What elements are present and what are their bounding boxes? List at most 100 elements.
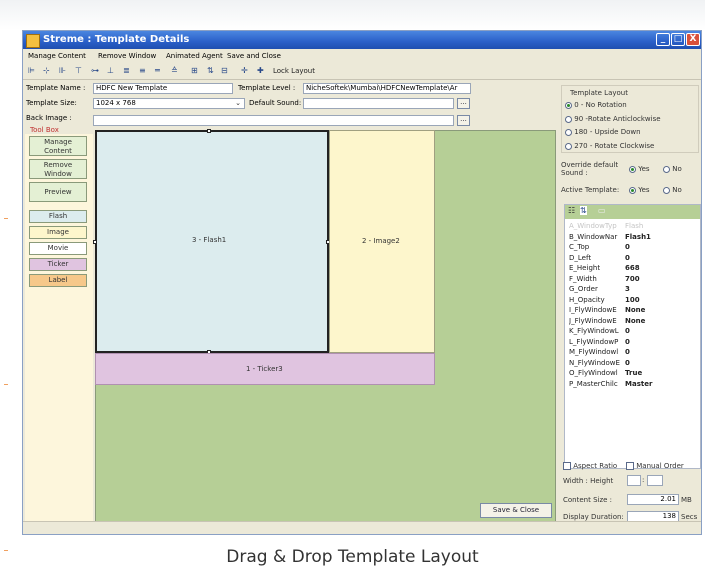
grid-icon[interactable]: ⊞ <box>191 63 198 79</box>
rotation-option-0[interactable]: 0 - No Rotation <box>565 101 627 109</box>
save-and-close-button[interactable]: Save & Close <box>480 503 552 518</box>
page-background <box>0 0 705 30</box>
rotation-option-90[interactable]: 90 -Rotate Anticlockwise <box>565 115 661 123</box>
no-label: No <box>672 186 682 194</box>
active-no-option[interactable]: No <box>663 186 682 194</box>
property-value[interactable]: True <box>625 369 642 377</box>
active-yes-option[interactable]: Yes <box>629 186 650 194</box>
width-ratio-input[interactable] <box>627 475 641 486</box>
property-row[interactable]: N_FlyWindowE 0 <box>569 359 630 368</box>
property-value[interactable]: 0 <box>625 359 630 367</box>
rotation-option-label: 0 - No Rotation <box>574 101 627 109</box>
manage-content-button[interactable]: Manage Content <box>29 136 87 156</box>
property-row[interactable]: P_MasterChilc Master <box>569 380 652 389</box>
default-sound-browse-button[interactable]: ... <box>457 98 470 109</box>
toolbox-flash[interactable]: Flash <box>29 210 87 223</box>
property-row[interactable]: H_Opacity 100 <box>569 296 640 305</box>
same-width-icon[interactable]: ≣ <box>123 63 130 79</box>
property-value[interactable]: 0 <box>625 254 630 262</box>
property-row[interactable]: O_FlyWindowl True <box>569 369 642 378</box>
region-ticker[interactable]: 1 - Ticker3 <box>95 353 435 385</box>
property-value[interactable]: None <box>625 306 645 314</box>
property-row[interactable]: D_Left 0 <box>569 254 630 263</box>
property-name: B_WindowNar <box>569 232 618 241</box>
preview-button[interactable]: Preview <box>29 182 87 202</box>
content-size-label: Content Size : <box>563 496 613 504</box>
property-pages-icon[interactable]: ▭ <box>598 206 606 215</box>
property-row[interactable]: G_Order 3 <box>569 285 630 294</box>
same-size-icon[interactable]: ═ <box>155 63 160 79</box>
property-row[interactable]: I_FlyWindowE None <box>569 306 645 315</box>
property-value[interactable]: Flash <box>625 222 643 230</box>
region-ticker-label: 1 - Ticker3 <box>246 365 283 373</box>
override-yes-option[interactable]: Yes <box>629 165 650 173</box>
align-center-icon[interactable]: ⊹ <box>43 63 50 79</box>
property-value[interactable]: 700 <box>625 275 640 283</box>
menu-manage-content[interactable]: Manage Content <box>28 49 86 63</box>
toolbox-image[interactable]: Image <box>29 226 87 239</box>
template-size-select[interactable]: 1024 x 768 ⌄ <box>93 98 245 109</box>
property-value[interactable]: 3 <box>625 285 630 293</box>
back-image-input[interactable] <box>93 115 454 126</box>
region-flash[interactable]: 3 - Flash1 <box>95 130 329 353</box>
region-image[interactable]: 2 - Image2 <box>329 130 435 353</box>
toolbox-movie[interactable]: Movie <box>29 242 87 255</box>
spacing-icon[interactable]: ≙ <box>171 63 178 79</box>
remove-window-button[interactable]: Remove Window <box>29 159 87 179</box>
rotation-option-label: 90 -Rotate Anticlockwise <box>574 115 661 123</box>
property-row[interactable]: A_WindowTyp Flash <box>569 222 643 231</box>
align-middle-icon[interactable]: ⊶ <box>91 63 99 79</box>
property-value[interactable]: Master <box>625 380 652 388</box>
lock-layout-label[interactable]: Lock Layout <box>273 63 315 79</box>
close-button[interactable]: X <box>686 33 700 46</box>
property-row[interactable]: J_FlyWindowE None <box>569 317 645 326</box>
override-no-option[interactable]: No <box>663 165 682 173</box>
alphabetical-sort-icon[interactable]: ⇅ <box>580 206 587 215</box>
property-row[interactable]: K_FlyWindowL 0 <box>569 327 630 336</box>
resize-handle[interactable] <box>93 240 97 244</box>
menu-animated-agent[interactable]: Animated Agent <box>166 49 223 63</box>
categorized-icon[interactable]: ☷ <box>568 206 575 215</box>
menu-save-and-close[interactable]: Save and Close <box>227 49 281 63</box>
property-row[interactable]: E_Height 668 <box>569 264 640 273</box>
menu-remove-window[interactable]: Remove Window <box>98 49 156 63</box>
default-sound-input[interactable] <box>303 98 454 109</box>
sort-icon[interactable]: ⇅ <box>207 63 214 79</box>
align-right-icon[interactable]: ⊪ <box>59 63 66 79</box>
property-value[interactable]: 0 <box>625 338 630 346</box>
align-left-icon[interactable]: ⊫ <box>28 63 35 79</box>
tile-icon[interactable]: ⊟ <box>221 63 228 79</box>
property-value[interactable]: None <box>625 317 645 325</box>
template-level-input[interactable]: NicheSoftek\Mumbai\HDFCNewTemplate\Ar <box>303 83 471 94</box>
property-value[interactable]: 0 <box>625 243 630 251</box>
resize-handle[interactable] <box>207 129 211 133</box>
rotation-option-270[interactable]: 270 - Rotate Clockwise <box>565 142 654 150</box>
maximize-button[interactable]: □ <box>671 33 685 46</box>
property-value[interactable]: 0 <box>625 327 630 335</box>
align-bottom-icon[interactable]: ⊥ <box>107 63 114 79</box>
height-ratio-input[interactable] <box>647 475 663 486</box>
rotation-option-180[interactable]: 180 - Upside Down <box>565 128 641 136</box>
aspect-ratio-checkbox[interactable]: Aspect Ratio <box>563 462 617 470</box>
property-row[interactable]: B_WindowNar Flash1 <box>569 233 651 242</box>
manual-order-checkbox[interactable]: Manual Order <box>626 462 684 470</box>
minimize-button[interactable]: _ <box>656 33 670 46</box>
properties-grid[interactable]: ☷ ⇅ ▭ A_WindowTyp Flash B_WindowNar Flash1 C… <box>564 204 701 469</box>
property-value[interactable]: 668 <box>625 264 640 272</box>
property-row[interactable]: M_FlyWindowl 0 <box>569 348 630 357</box>
back-image-browse-button[interactable]: ... <box>457 115 470 126</box>
same-height-icon[interactable]: ≡ <box>139 63 146 79</box>
property-row[interactable]: L_FlyWindowP 0 <box>569 338 630 347</box>
toolbox-ticker[interactable]: Ticker <box>29 258 87 271</box>
align-top-icon[interactable]: ⊤ <box>75 63 82 79</box>
toolbox-label[interactable]: Label <box>29 274 87 287</box>
property-row[interactable]: C_Top 0 <box>569 243 630 252</box>
property-value[interactable]: 100 <box>625 296 640 304</box>
property-row[interactable]: F_Width 700 <box>569 275 640 284</box>
move-icon[interactable]: ✛ <box>241 63 248 79</box>
lock-icon[interactable]: ✚ <box>257 63 264 79</box>
title-bar[interactable]: Streme : Template Details _ □ X <box>23 31 701 49</box>
template-name-input[interactable]: HDFC New Template <box>93 83 233 94</box>
property-value[interactable]: Flash1 <box>625 233 651 241</box>
property-value[interactable]: 0 <box>625 348 630 356</box>
